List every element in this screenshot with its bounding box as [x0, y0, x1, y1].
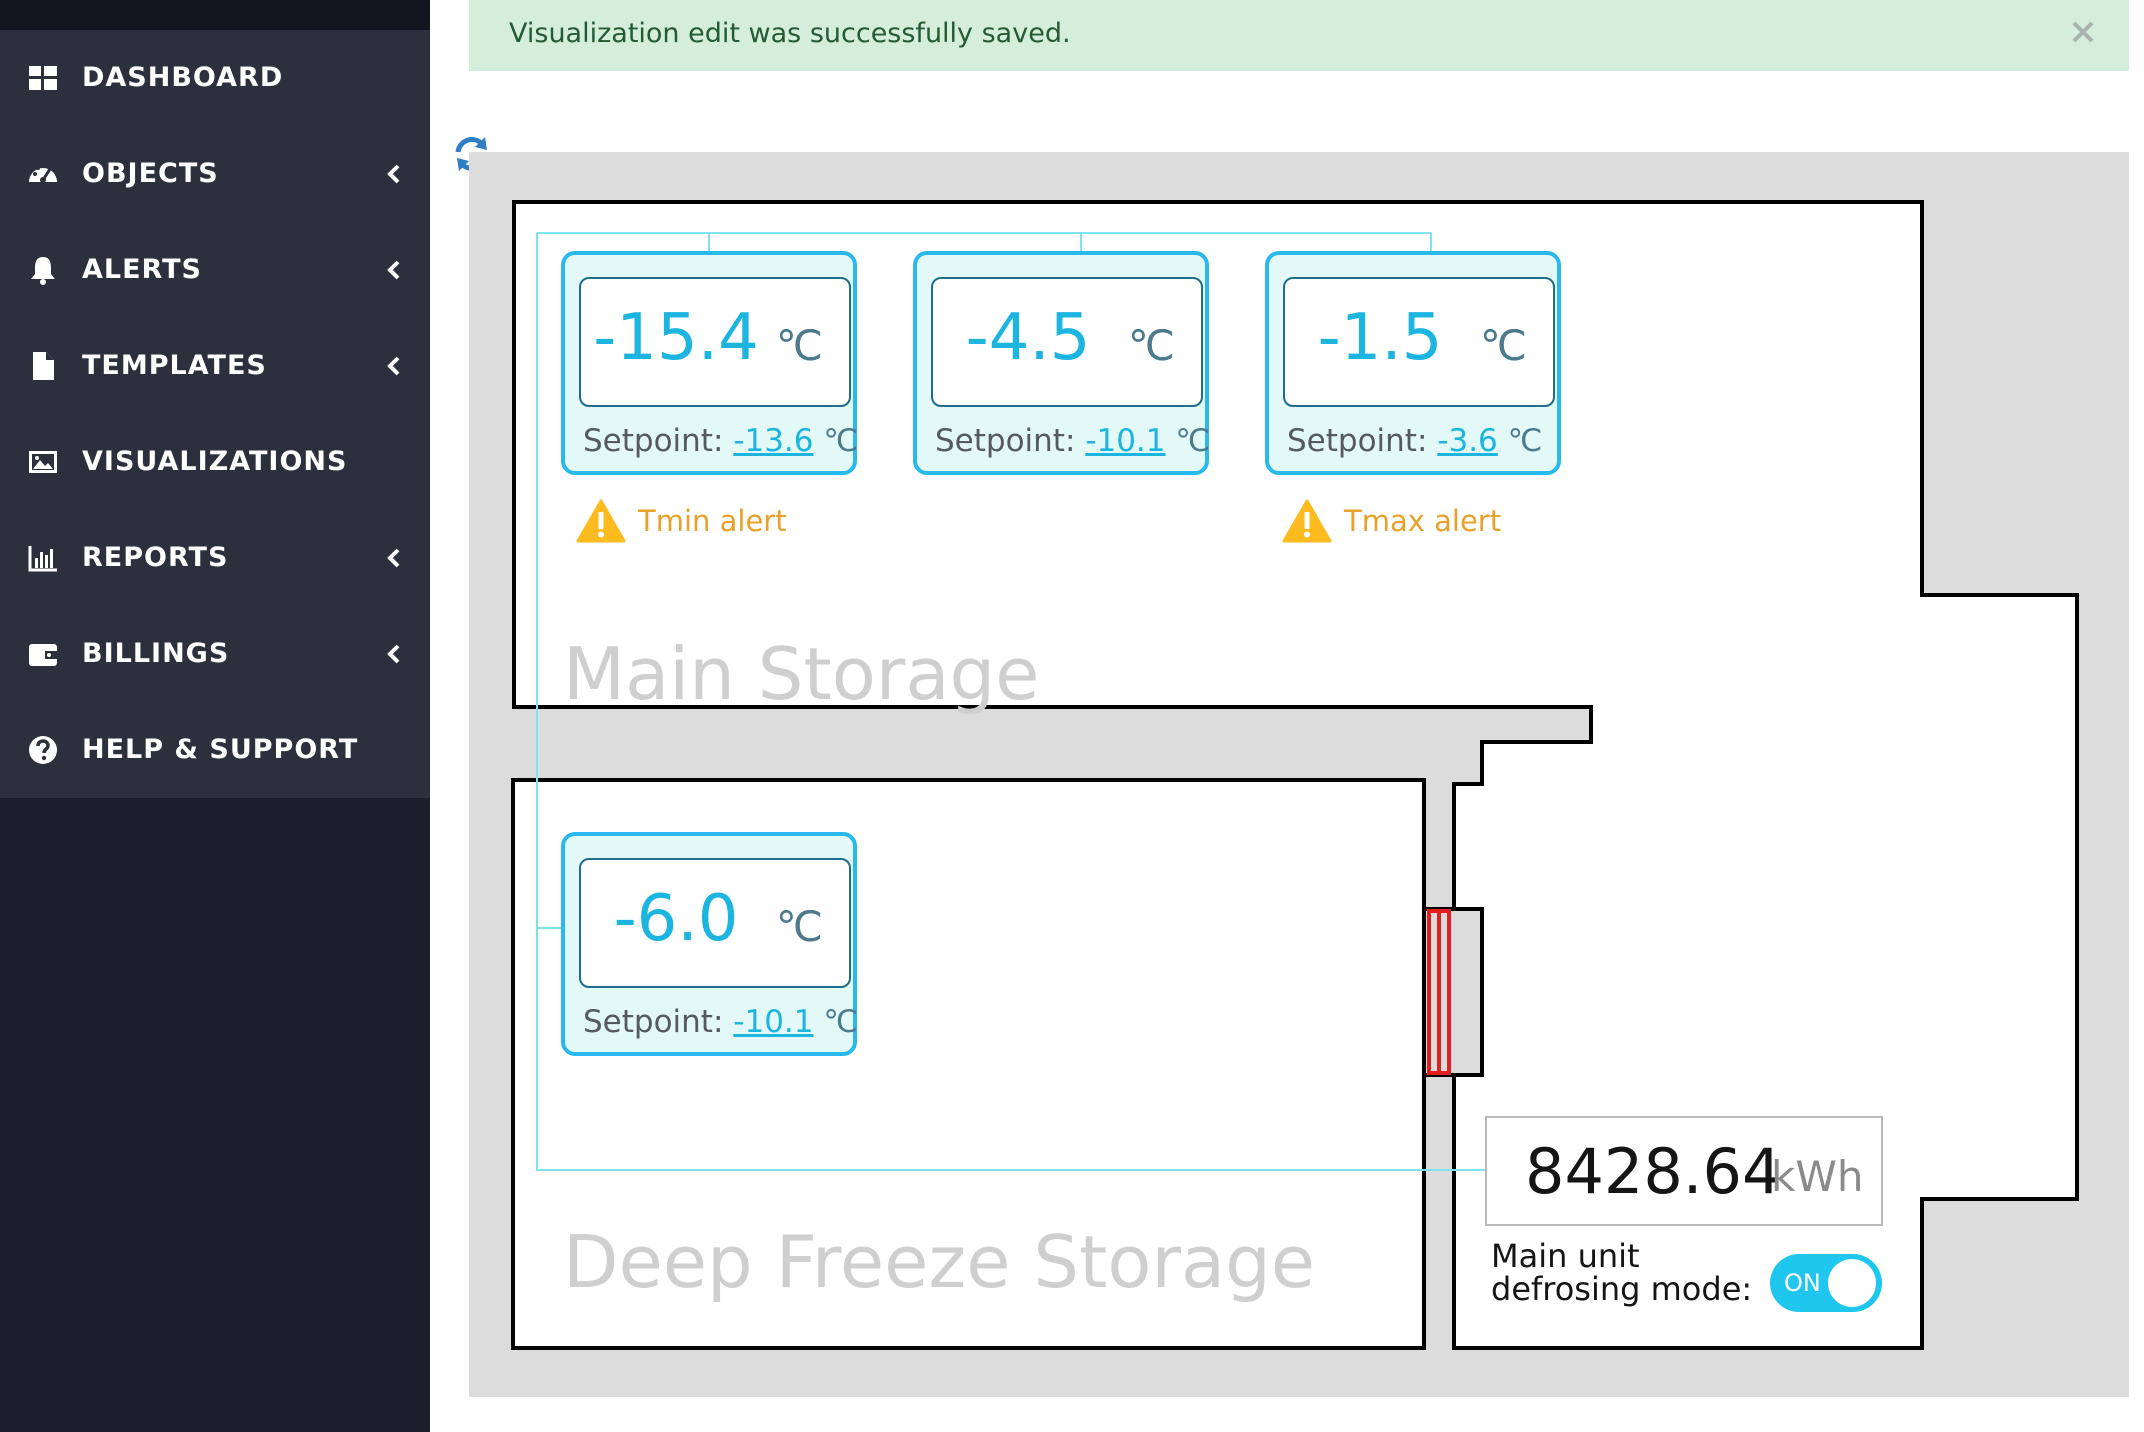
setpoint-label: Setpoint:	[935, 423, 1076, 459]
image-icon	[29, 451, 57, 473]
question-circle-icon	[29, 736, 57, 764]
temperature-sensor-card[interactable]: -1.5 ℃ Setpoint: -3.6 ℃	[1265, 251, 1561, 475]
sidebar-item-help-support[interactable]: HELP & SUPPORT	[0, 702, 430, 798]
energy-unit: kWh	[1771, 1152, 1864, 1201]
sidebar-item-label: BILLINGS	[82, 638, 230, 669]
temperature-sensor-card[interactable]: -15.4 ℃ Setpoint: -13.6 ℃	[561, 251, 858, 475]
temperature-unit: ℃	[775, 902, 823, 951]
chevron-left-icon	[387, 644, 400, 664]
sidebar-item-label: VISUALIZATIONS	[82, 446, 348, 477]
temperature-value: -4.5	[965, 301, 1091, 375]
temperature-unit: ℃	[1127, 321, 1175, 370]
chevron-left-icon	[387, 164, 400, 184]
setpoint-link[interactable]: -10.1	[1085, 423, 1165, 459]
temperature-value: -6.0	[613, 882, 739, 956]
wallet-icon	[29, 644, 57, 666]
toggle-state-text: ON	[1784, 1269, 1821, 1297]
tmin-alert[interactable]: Tmin alert	[576, 496, 787, 546]
temperature-sensor-card[interactable]: -4.5 ℃ Setpoint: -10.1 ℃	[913, 251, 1210, 475]
alert-message: Visualization edit was successfully save…	[509, 18, 1071, 49]
close-icon[interactable]	[2065, 14, 2101, 50]
setpoint: Setpoint: -3.6 ℃	[1287, 423, 1542, 459]
sidebar-item-billings[interactable]: BILLINGS	[0, 606, 430, 702]
temperature-unit: ℃	[1479, 321, 1527, 370]
chevron-left-icon	[387, 260, 400, 280]
sidebar-item-reports[interactable]: REPORTS	[0, 510, 430, 606]
setpoint-link[interactable]: -3.6	[1437, 423, 1498, 459]
sidebar-menu: DASHBOARD OBJECTS ALERTS TEMPLATES VISUA…	[0, 30, 430, 798]
temperature-display: -6.0 ℃	[579, 858, 851, 988]
sidebar-item-templates[interactable]: TEMPLATES	[0, 318, 430, 414]
warning-icon	[1282, 499, 1332, 543]
setpoint-unit: ℃	[1507, 423, 1543, 459]
temperature-unit: ℃	[775, 321, 823, 370]
warning-icon	[576, 499, 626, 543]
setpoint-unit: ℃	[1175, 423, 1211, 459]
setpoint-unit: ℃	[823, 1004, 859, 1040]
setpoint: Setpoint: -10.1 ℃	[935, 423, 1210, 459]
chevron-left-icon	[387, 548, 400, 568]
dashboard-icon	[29, 66, 57, 90]
gauge-icon	[29, 164, 57, 183]
temperature-display: -4.5 ℃	[931, 277, 1203, 407]
temperature-display: -15.4 ℃	[579, 277, 851, 407]
success-alert: Visualization edit was successfully save…	[469, 0, 2129, 71]
defrost-mode-label: Main unit defrosing mode:	[1491, 1237, 1753, 1308]
toggle-knob	[1828, 1259, 1876, 1307]
sidebar-item-label: TEMPLATES	[82, 350, 267, 381]
temperature-value: -15.4	[593, 301, 759, 375]
sidebar-item-objects[interactable]: OBJECTS	[0, 126, 430, 222]
sidebar-item-label: OBJECTS	[82, 158, 219, 189]
alert-label: Tmax alert	[1344, 504, 1502, 538]
sidebar-item-label: DASHBOARD	[82, 62, 284, 93]
setpoint-link[interactable]: -10.1	[733, 1004, 813, 1040]
sidebar-item-visualizations[interactable]: VISUALIZATIONS	[0, 414, 430, 510]
room-label-deep-freeze: Deep Freeze Storage	[563, 1220, 1316, 1304]
sidebar-item-dashboard[interactable]: DASHBOARD	[0, 30, 430, 126]
tmax-alert[interactable]: Tmax alert	[1282, 496, 1501, 546]
bell-icon	[31, 257, 55, 285]
energy-meter[interactable]: 8428.64 kWh	[1485, 1116, 1883, 1226]
setpoint: Setpoint: -13.6 ℃	[583, 423, 858, 459]
setpoint-link[interactable]: -13.6	[733, 423, 813, 459]
file-icon	[33, 352, 54, 380]
sidebar-header	[0, 0, 430, 30]
sidebar: DASHBOARD OBJECTS ALERTS TEMPLATES VISUA…	[0, 0, 430, 1432]
energy-value: 8428.64	[1525, 1135, 1782, 1208]
setpoint-label: Setpoint:	[583, 423, 724, 459]
sidebar-item-label: REPORTS	[82, 542, 229, 573]
sidebar-item-alerts[interactable]: ALERTS	[0, 222, 430, 318]
room-label-main-storage: Main Storage	[563, 632, 1040, 716]
setpoint-label: Setpoint:	[583, 1004, 724, 1040]
setpoint-unit: ℃	[823, 423, 859, 459]
temperature-sensor-card[interactable]: -6.0 ℃ Setpoint: -10.1 ℃	[561, 832, 858, 1056]
setpoint-label: Setpoint:	[1287, 423, 1428, 459]
temperature-display: -1.5 ℃	[1283, 277, 1555, 407]
temperature-value: -1.5	[1317, 301, 1443, 375]
alert-label: Tmin alert	[638, 504, 787, 538]
sidebar-item-label: HELP & SUPPORT	[82, 734, 359, 765]
setpoint: Setpoint: -10.1 ℃	[583, 1004, 858, 1040]
chevron-left-icon	[387, 356, 400, 376]
defrost-mode-toggle[interactable]: ON	[1770, 1254, 1882, 1312]
sidebar-item-label: ALERTS	[82, 254, 202, 285]
bar-chart-icon	[28, 546, 57, 572]
